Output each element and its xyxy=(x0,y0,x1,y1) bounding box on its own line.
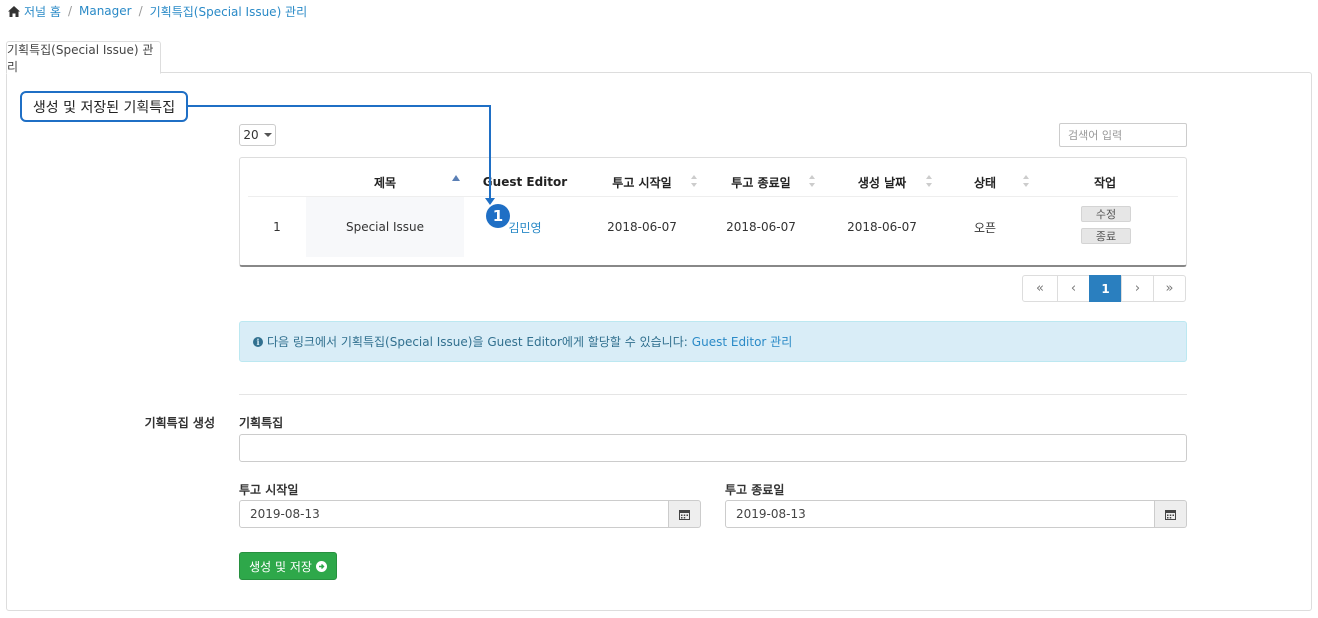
calendar-icon xyxy=(679,509,690,520)
home-icon xyxy=(8,5,20,17)
tab-special-issue-management[interactable]: 기획특집(Special Issue) 관리 xyxy=(6,41,161,74)
caret-down-icon xyxy=(263,133,272,137)
column-header-actions: 작업 xyxy=(1093,175,1117,190)
page-current-button[interactable]: 1 xyxy=(1089,275,1122,302)
page-size-select[interactable]: 20 xyxy=(239,124,276,146)
create-and-save-button[interactable]: 생성 및 저장 xyxy=(239,552,337,580)
step-marker: 1 xyxy=(486,204,510,228)
end-date-label: 투고 종료일 xyxy=(725,483,785,497)
edit-button[interactable]: 수정 xyxy=(1081,206,1131,222)
sort-icon[interactable] xyxy=(690,175,698,187)
start-date-label: 투고 시작일 xyxy=(239,483,299,497)
column-header-guest-editor[interactable]: Guest Editor xyxy=(464,168,586,196)
column-header-title[interactable]: 제목 xyxy=(306,168,464,196)
create-section-label: 기획특집 생성 xyxy=(144,416,215,430)
title-field-label: 기획특집 xyxy=(239,416,284,430)
column-header-end-date[interactable]: 투고 종료일 xyxy=(698,168,824,196)
page-size-value: 20 xyxy=(243,128,259,142)
close-button[interactable]: 종료 xyxy=(1081,228,1131,244)
start-date-group: 2019-08-13 xyxy=(239,500,701,528)
start-date-calendar-button[interactable] xyxy=(669,500,701,528)
end-date-input[interactable]: 2019-08-13 xyxy=(725,500,1155,528)
sort-icon[interactable] xyxy=(1022,175,1030,187)
end-date-calendar-button[interactable] xyxy=(1155,500,1187,528)
guest-editor-management-link[interactable]: Guest Editor 관리 xyxy=(692,333,792,350)
page-next-button[interactable]: › xyxy=(1121,275,1154,302)
row-title: Special Issue xyxy=(345,220,425,234)
row-guest-editor: 김민영 xyxy=(464,197,586,257)
guest-editor-link[interactable]: 김민영 xyxy=(508,219,541,236)
column-header-created-date[interactable]: 생성 날짜 xyxy=(824,168,940,196)
breadcrumb-separator: / xyxy=(138,4,143,18)
calendar-icon xyxy=(1165,509,1176,520)
special-issue-table: 제목 Guest Editor 투고 시작일 투고 종료일 생성 날짜 상태 작… xyxy=(239,157,1187,267)
info-alert: i 다음 링크에서 기획특집(Special Issue)을 Guest Edi… xyxy=(239,321,1187,362)
arrow-circle-right-icon xyxy=(315,560,327,572)
row-created-date: 2018-06-07 xyxy=(847,220,917,234)
pagination: « ‹ 1 › » xyxy=(1022,275,1186,302)
column-header-start-date[interactable]: 투고 시작일 xyxy=(586,168,698,196)
section-divider xyxy=(239,394,1187,395)
column-header-status[interactable]: 상태 xyxy=(940,168,1030,196)
end-date-group: 2019-08-13 xyxy=(725,500,1187,528)
page-last-button[interactable]: » xyxy=(1153,275,1186,302)
breadcrumb: 저널 홈 / Manager / 기획특집(Special Issue) 관리 xyxy=(8,3,307,19)
callout-annotation: 생성 및 저장된 기획특집 xyxy=(20,91,188,122)
info-text: 다음 링크에서 기획특집(Special Issue)을 Guest Edito… xyxy=(267,335,688,349)
search-input[interactable] xyxy=(1059,123,1187,147)
special-issue-title-input[interactable] xyxy=(239,434,1187,462)
page-prev-button[interactable]: ‹ xyxy=(1057,275,1090,302)
row-status: 오픈 xyxy=(973,220,997,235)
sort-asc-icon[interactable] xyxy=(452,175,460,187)
callout-connector xyxy=(188,105,491,107)
breadcrumb-manager[interactable]: Manager xyxy=(79,4,132,18)
page-first-button[interactable]: « xyxy=(1022,275,1058,302)
sort-icon[interactable] xyxy=(808,175,816,187)
info-icon: i xyxy=(253,336,263,347)
callout-connector xyxy=(489,105,491,202)
row-end-date: 2018-06-07 xyxy=(726,220,796,234)
start-date-input[interactable]: 2019-08-13 xyxy=(239,500,669,528)
row-number: 1 xyxy=(273,220,281,234)
breadcrumb-separator: / xyxy=(67,4,72,18)
row-start-date: 2018-06-07 xyxy=(607,220,677,234)
create-and-save-label: 생성 및 저장 xyxy=(249,559,312,574)
sort-icon[interactable] xyxy=(925,175,933,187)
breadcrumb-journal-home[interactable]: 저널 홈 xyxy=(24,3,61,20)
breadcrumb-special-issue[interactable]: 기획특집(Special Issue) 관리 xyxy=(150,3,308,20)
